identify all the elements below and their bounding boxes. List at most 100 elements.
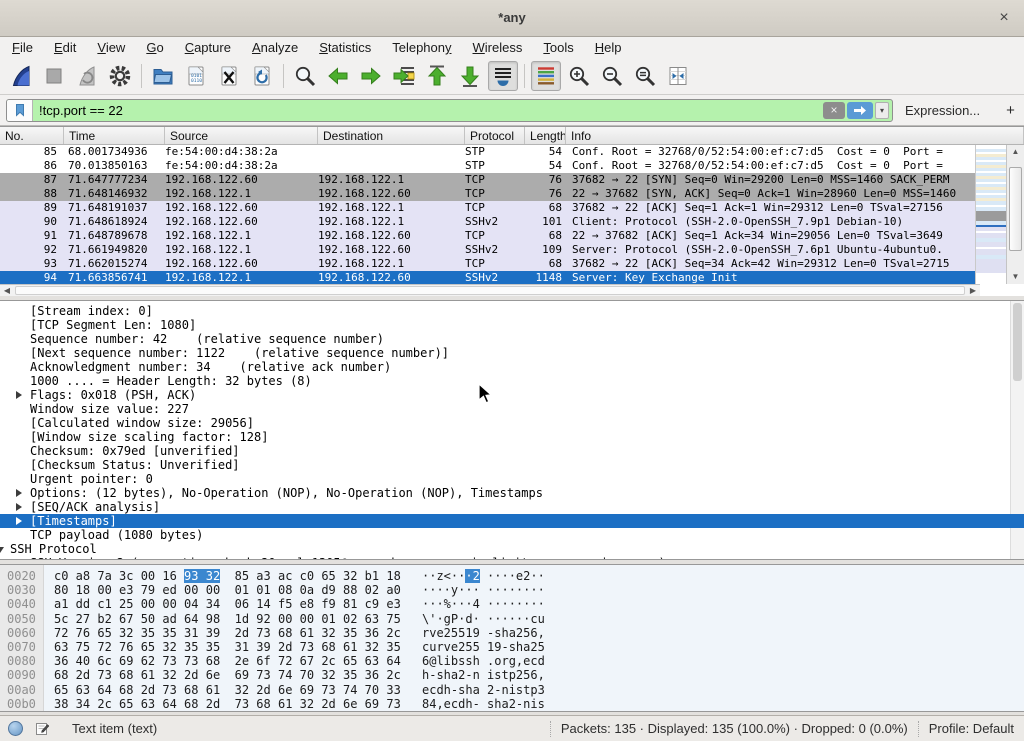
- hex-ascii[interactable]: 6@libssh .org,ecd: [422, 654, 545, 668]
- detail-line[interactable]: TCP payload (1080 bytes): [0, 528, 1024, 542]
- menu-capture[interactable]: Capture: [185, 40, 231, 55]
- zoom-out-button[interactable]: [597, 61, 627, 91]
- menu-statistics[interactable]: Statistics: [319, 40, 371, 55]
- detail-line[interactable]: [Next sequence number: 1122 (relative se…: [0, 346, 1024, 360]
- column-header-source[interactable]: Source: [165, 127, 318, 144]
- capture-comment-icon[interactable]: [35, 721, 50, 736]
- auto-scroll-button[interactable]: [488, 61, 518, 91]
- menu-edit[interactable]: Edit: [54, 40, 76, 55]
- packet-row-86[interactable]: 8670.013850163fe:54:00:d4:38:2aSTP54Conf…: [0, 159, 975, 173]
- go-back-button[interactable]: [323, 61, 353, 91]
- detail-line[interactable]: SSH Protocol: [0, 542, 1024, 556]
- open-file-button[interactable]: [148, 61, 178, 91]
- hex-ascii[interactable]: rve25519 -sha256,: [422, 626, 545, 640]
- hex-ascii[interactable]: \'·gP·d· ······cu: [422, 612, 545, 626]
- packet-row-88[interactable]: 8871.648146932192.168.122.1192.168.122.6…: [0, 187, 975, 201]
- expand-icon[interactable]: [16, 517, 22, 525]
- go-last-button[interactable]: [455, 61, 485, 91]
- go-first-button[interactable]: [422, 61, 452, 91]
- stop-capture-button[interactable]: [39, 61, 69, 91]
- detail-line[interactable]: SSH Version 2 (encryption:chacha20-poly1…: [0, 556, 1024, 560]
- menu-wireless[interactable]: Wireless: [473, 40, 523, 55]
- zoom-in-button[interactable]: [564, 61, 594, 91]
- detail-line[interactable]: Checksum: 0x79ed [unverified]: [0, 444, 1024, 458]
- menu-file[interactable]: File: [12, 40, 33, 55]
- hex-row-0040[interactable]: 0040a1 dd c1 25 00 00 04 34 06 14 f5 e8 …: [0, 597, 1024, 611]
- hex-bytes[interactable]: 63 75 72 76 65 32 35 35 31 39 2d 73 68 6…: [54, 640, 401, 654]
- detail-line[interactable]: [Window size scaling factor: 128]: [0, 430, 1024, 444]
- column-header-info[interactable]: Info: [566, 127, 1024, 144]
- start-capture-button[interactable]: [6, 61, 36, 91]
- hex-row-0030[interactable]: 003080 18 00 e3 79 ed 00 00 01 01 08 0a …: [0, 583, 1024, 597]
- detail-line[interactable]: [Calculated window size: 29056]: [0, 416, 1024, 430]
- hex-row-0070[interactable]: 007063 75 72 76 65 32 35 35 31 39 2d 73 …: [0, 640, 1024, 654]
- hex-bytes[interactable]: 68 2d 73 68 61 32 2d 6e 69 73 74 70 32 3…: [54, 668, 401, 682]
- hex-bytes[interactable]: 38 34 2c 65 63 64 68 2d 73 68 61 32 2d 6…: [54, 697, 401, 711]
- go-forward-button[interactable]: [356, 61, 386, 91]
- menu-tools[interactable]: Tools: [543, 40, 573, 55]
- find-packet-button[interactable]: [290, 61, 320, 91]
- vscroll-thumb[interactable]: [1009, 167, 1022, 250]
- packet-list-minimap[interactable]: [975, 145, 1006, 284]
- detail-line[interactable]: [SEQ/ACK analysis]: [0, 500, 1024, 514]
- hex-row-0060[interactable]: 006072 76 65 32 35 35 31 39 2d 73 68 61 …: [0, 626, 1024, 640]
- detail-line[interactable]: [Stream index: 0]: [0, 304, 1024, 318]
- packet-row-89[interactable]: 8971.648191037192.168.122.60192.168.122.…: [0, 201, 975, 215]
- menu-view[interactable]: View: [97, 40, 125, 55]
- reload-file-button[interactable]: [247, 61, 277, 91]
- hex-row-00b0[interactable]: 00b038 34 2c 65 63 64 68 2d 73 68 61 32 …: [0, 697, 1024, 711]
- packet-list-hscrollbar[interactable]: ◀ ▶: [0, 284, 980, 296]
- close-window-button[interactable]: ×: [994, 8, 1014, 28]
- menu-analyze[interactable]: Analyze: [252, 40, 298, 55]
- hex-bytes[interactable]: 65 63 64 68 2d 73 68 61 32 2d 6e 69 73 7…: [54, 683, 401, 697]
- hex-ascii[interactable]: curve255 19-sha25: [422, 640, 545, 654]
- expand-icon[interactable]: [16, 503, 22, 511]
- packet-list-vscrollbar[interactable]: ▲ ▼: [1006, 145, 1024, 284]
- hex-ascii[interactable]: ····y··· ········: [422, 583, 545, 597]
- display-filter-input[interactable]: [33, 100, 823, 121]
- go-to-packet-button[interactable]: [389, 61, 419, 91]
- capture-options-button[interactable]: [105, 61, 135, 91]
- collapse-icon[interactable]: [0, 547, 4, 553]
- column-header-no[interactable]: No.: [0, 127, 64, 144]
- save-file-button[interactable]: 01010110: [181, 61, 211, 91]
- hex-row-0080[interactable]: 008036 40 6c 69 62 73 73 68 2e 6f 72 67 …: [0, 654, 1024, 668]
- packet-row-91[interactable]: 9171.648789678192.168.122.1192.168.122.6…: [0, 229, 975, 243]
- column-header-protocol[interactable]: Protocol: [465, 127, 525, 144]
- menu-help[interactable]: Help: [595, 40, 622, 55]
- column-header-time[interactable]: Time: [64, 127, 165, 144]
- hex-row-0020[interactable]: 0020c0 a8 7a 3c 00 16 93 32 85 a3 ac c0 …: [0, 569, 1024, 583]
- detail-line[interactable]: [Timestamps]: [0, 514, 1024, 528]
- hex-row-0090[interactable]: 009068 2d 73 68 61 32 2d 6e 69 73 74 70 …: [0, 668, 1024, 682]
- hex-bytes[interactable]: a1 dd c1 25 00 00 04 34 06 14 f5 e8 f9 8…: [54, 597, 401, 611]
- scroll-right-icon[interactable]: ▶: [966, 285, 980, 296]
- zoom-100-button[interactable]: [630, 61, 660, 91]
- detail-line[interactable]: 1000 .... = Header Length: 32 bytes (8): [0, 374, 1024, 388]
- hex-bytes[interactable]: 72 76 65 32 35 35 31 39 2d 73 68 61 32 3…: [54, 626, 401, 640]
- filter-bookmark-button[interactable]: [7, 100, 33, 121]
- expert-info-icon[interactable]: [8, 721, 23, 736]
- resize-columns-button[interactable]: [663, 61, 693, 91]
- packet-row-93[interactable]: 9371.662015274192.168.122.60192.168.122.…: [0, 257, 975, 271]
- detail-line[interactable]: Sequence number: 42 (relative sequence n…: [0, 332, 1024, 346]
- column-header-destination[interactable]: Destination: [318, 127, 465, 144]
- expression-button[interactable]: Expression...: [905, 103, 980, 118]
- detail-line[interactable]: Urgent pointer: 0: [0, 472, 1024, 486]
- detail-line[interactable]: [TCP Segment Len: 1080]: [0, 318, 1024, 332]
- restart-capture-button[interactable]: [72, 61, 102, 91]
- detail-line[interactable]: Options: (12 bytes), No-Operation (NOP),…: [0, 486, 1024, 500]
- colorize-button[interactable]: [531, 61, 561, 91]
- menu-go[interactable]: Go: [146, 40, 163, 55]
- filter-apply-button[interactable]: [847, 102, 873, 119]
- packet-row-94[interactable]: 9471.663856741192.168.122.1192.168.122.6…: [0, 271, 975, 285]
- hex-ascii[interactable]: ···%···4 ········: [422, 597, 545, 611]
- hex-bytes[interactable]: 5c 27 b2 67 50 ad 64 98 1d 92 00 00 01 0…: [54, 612, 401, 626]
- hex-bytes[interactable]: 80 18 00 e3 79 ed 00 00 01 01 08 0a d9 8…: [54, 583, 401, 597]
- packet-row-85[interactable]: 8568.001734936fe:54:00:d4:38:2aSTP54Conf…: [0, 145, 975, 159]
- detail-line[interactable]: Flags: 0x018 (PSH, ACK): [0, 388, 1024, 402]
- hex-row-0050[interactable]: 00505c 27 b2 67 50 ad 64 98 1d 92 00 00 …: [0, 612, 1024, 626]
- packet-row-90[interactable]: 9071.648618924192.168.122.60192.168.122.…: [0, 215, 975, 229]
- hex-bytes[interactable]: 36 40 6c 69 62 73 73 68 2e 6f 72 67 2c 6…: [54, 654, 401, 668]
- hex-ascii[interactable]: h-sha2-n istp256,: [422, 668, 545, 682]
- profile-status[interactable]: Profile: Default: [929, 721, 1014, 736]
